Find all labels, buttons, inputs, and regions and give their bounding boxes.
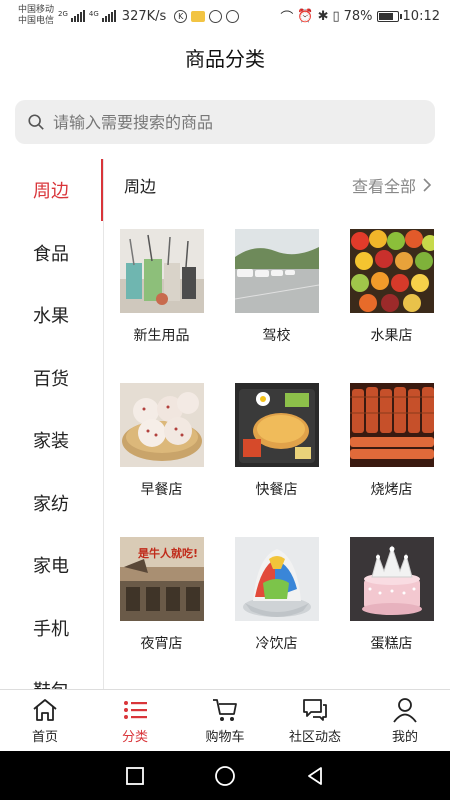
chat-icon: [303, 698, 327, 721]
home-button-icon[interactable]: [214, 765, 236, 787]
night-snack-overlay: 是牛人就吃!: [136, 546, 197, 560]
section-header: 周边 查看全部: [104, 159, 450, 211]
sidebar-item-food[interactable]: 食品: [0, 222, 103, 285]
misc-app-icon: [226, 9, 240, 23]
k-app-icon: K: [174, 9, 188, 23]
tab-community[interactable]: 社区动态: [270, 690, 360, 751]
section-title: 周边: [124, 177, 157, 196]
chevron-right-icon: [423, 178, 432, 192]
grid-item-cake[interactable]: 蛋糕店: [334, 519, 449, 673]
grid-item-driving-school[interactable]: 驾校: [219, 211, 334, 365]
search-input[interactable]: [53, 112, 413, 132]
tab-cart[interactable]: 购物车: [180, 690, 270, 751]
driving-school-photo: [234, 229, 319, 313]
signal-1-icon: 2G: [58, 10, 85, 22]
system-navigation-bar: [0, 751, 450, 800]
grid-item-cold-drinks[interactable]: 冷饮店: [219, 519, 334, 673]
sidebar-item-nearby[interactable]: 周边: [0, 159, 103, 222]
carrier-2: 中国电信: [18, 16, 55, 26]
supplies-photo: [119, 229, 204, 313]
back-icon[interactable]: [304, 765, 326, 787]
cake-photo: [349, 537, 434, 621]
carrier-info: 中国移动 中国电信: [18, 5, 54, 27]
network-speed: 327K/s: [121, 8, 167, 24]
sidebar-item-textiles[interactable]: 家纺: [0, 472, 103, 535]
category-content: 周边 查看全部 新生用品 驾校 水果店 早餐店 快餐店 烧烤店 是牛人就吃! 夜…: [104, 159, 450, 689]
home-icon: [33, 698, 57, 721]
recents-icon[interactable]: [124, 765, 146, 787]
page-header: 商品分类: [0, 32, 450, 82]
search-bar[interactable]: [15, 100, 435, 144]
headset-icon: ⌒: [280, 10, 294, 26]
fruit-photo: [349, 229, 434, 313]
fastfood-photo: [234, 383, 319, 467]
tab-profile[interactable]: 我的: [360, 690, 450, 751]
bbq-photo: [349, 383, 434, 467]
category-sidebar: 周边 食品 水果 百货 家装 家纺 家电 手机 鞋包: [0, 159, 104, 689]
shaved-ice-photo: [234, 537, 319, 621]
signal-2-icon: 4G: [89, 10, 116, 22]
battery-icon: [376, 10, 402, 22]
list-icon: [124, 700, 147, 719]
mail-icon: [191, 10, 206, 22]
sidebar-item-appliances[interactable]: 家电: [0, 534, 103, 597]
sidebar-item-general[interactable]: 百货: [0, 347, 103, 410]
grid-item-newborn-supplies[interactable]: 新生用品: [104, 211, 219, 365]
sidebar-item-fruit[interactable]: 水果: [0, 284, 103, 347]
grid-item-fastfood[interactable]: 快餐店: [219, 365, 334, 519]
page-title: 商品分类: [185, 46, 265, 71]
view-all-link[interactable]: 查看全部: [352, 173, 432, 197]
subcategory-grid: 新生用品 驾校 水果店 早餐店 快餐店 烧烤店 是牛人就吃! 夜宵店 冷饮店 蛋…: [104, 211, 450, 673]
grid-item-fruit-store[interactable]: 水果店: [334, 211, 449, 365]
tab-category[interactable]: 分类: [90, 690, 180, 751]
user-icon: [393, 697, 417, 723]
system-status: ⌒ ⏰ ✱ ▯ 78% 10:12: [280, 7, 440, 26]
circle-app-icon: [209, 9, 223, 23]
sidebar-item-phones[interactable]: 手机: [0, 597, 103, 660]
sidebar-item-shoes-bags[interactable]: 鞋包: [0, 659, 103, 689]
sidebar-item-home-decor[interactable]: 家装: [0, 409, 103, 472]
buns-photo: [119, 383, 204, 467]
tab-home[interactable]: 首页: [0, 690, 90, 751]
grid-item-breakfast[interactable]: 早餐店: [104, 365, 219, 519]
grid-item-night-snack[interactable]: 是牛人就吃! 夜宵店: [104, 519, 219, 673]
cart-icon: [213, 698, 237, 721]
status-bar: 中国移动 中国电信 2G 4G 327K/s K ⌒ ⏰ ✱ ▯ 78% 10:…: [0, 0, 450, 32]
alarm-icon: ⏰: [297, 8, 314, 24]
clock: 10:12: [402, 8, 440, 24]
notification-icons: K: [174, 9, 240, 23]
night-snack-photo: 是牛人就吃!: [119, 537, 204, 621]
bottom-nav: 首页 分类 购物车 社区动态 我的: [0, 689, 450, 751]
battery-percent: 78%: [343, 8, 373, 24]
search-icon: [28, 114, 44, 130]
vibrate-icon: ▯: [332, 8, 340, 24]
bluetooth-icon: ✱: [317, 8, 329, 24]
grid-item-bbq[interactable]: 烧烤店: [334, 365, 449, 519]
carrier-1: 中国移动: [18, 5, 55, 15]
